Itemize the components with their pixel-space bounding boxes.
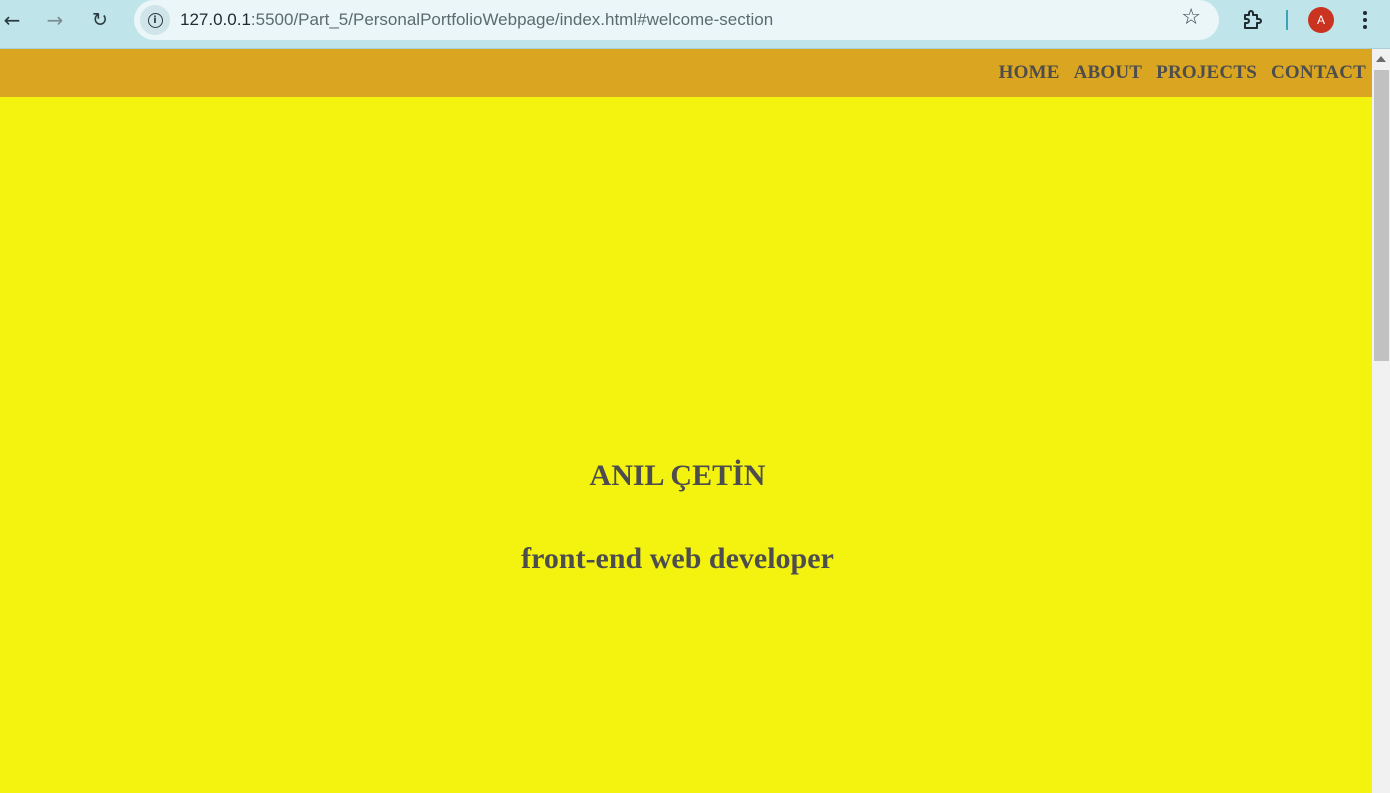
scroll-thumb[interactable] — [1374, 70, 1389, 361]
bookmark-star-icon[interactable]: ☆ — [1181, 7, 1201, 29]
nav-link-projects[interactable]: PROJECTS — [1156, 62, 1257, 84]
url-text[interactable]: 127.0.0.1:5500/Part_5/PersonalPortfolioW… — [180, 10, 773, 30]
back-arrow-icon[interactable]: ← — [0, 6, 26, 34]
site-navbar: HOME ABOUT PROJECTS CONTACT — [0, 49, 1372, 97]
nav-links: HOME ABOUT PROJECTS CONTACT — [999, 62, 1366, 84]
url-path: :5500/Part_5/PersonalPortfolioWebpage/in… — [250, 10, 774, 29]
nav-link-home[interactable]: HOME — [999, 62, 1060, 84]
extensions-puzzle-icon[interactable] — [1241, 8, 1265, 32]
url-host: 127.0.0.1 — [180, 10, 251, 29]
browser-toolbar: ← → ↻ i 127.0.0.1:5500/Part_5/PersonalPo… — [0, 0, 1390, 49]
toolbar-separator — [1286, 10, 1288, 30]
forward-arrow-icon[interactable]: → — [41, 6, 69, 34]
welcome-section: ANIL ÇETİN front-end web developer — [0, 97, 1372, 793]
scroll-up-arrow-icon[interactable] — [1372, 49, 1390, 69]
page-scrollbar[interactable] — [1372, 49, 1390, 793]
reload-icon[interactable]: ↻ — [86, 6, 114, 34]
kebab-menu-icon[interactable] — [1356, 8, 1374, 32]
profile-avatar[interactable]: A — [1308, 7, 1334, 33]
site-info-icon[interactable]: i — [140, 5, 170, 35]
welcome-subtitle: front-end web developer — [521, 542, 834, 575]
nav-link-about[interactable]: ABOUT — [1074, 62, 1143, 84]
nav-link-contact[interactable]: CONTACT — [1271, 62, 1366, 84]
welcome-name: ANIL ÇETİN — [589, 459, 766, 492]
address-bar[interactable]: i 127.0.0.1:5500/Part_5/PersonalPortfoli… — [134, 0, 1219, 40]
